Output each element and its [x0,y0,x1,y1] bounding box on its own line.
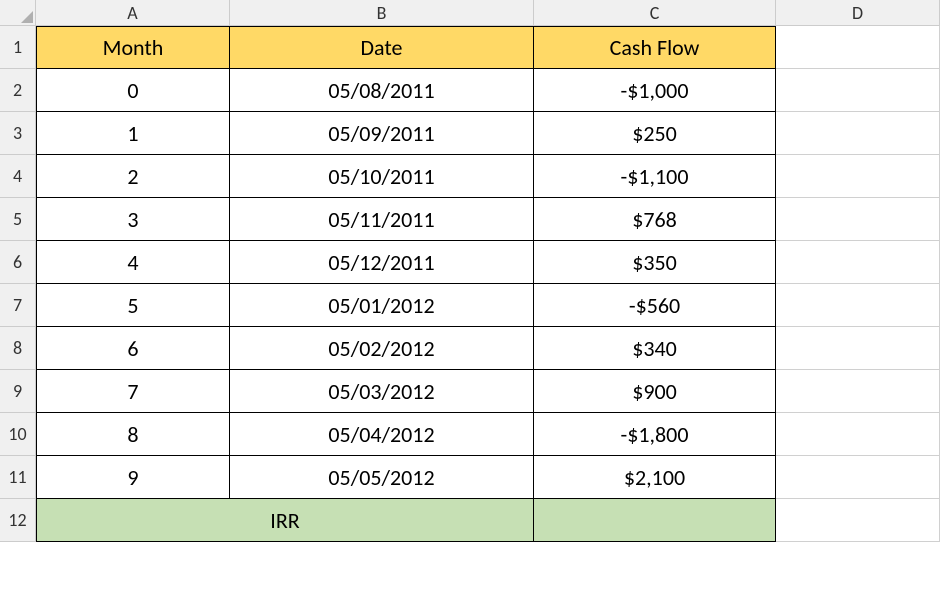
row-3: 3 1 05/09/2011 $250 [0,112,940,155]
row-header-2[interactable]: 2 [0,69,36,112]
column-header-a[interactable]: A [36,0,230,26]
row-header-5[interactable]: 5 [0,198,36,241]
cell-b5[interactable]: 05/11/2011 [230,198,534,241]
cell-a4[interactable]: 2 [36,155,230,198]
cell-b3[interactable]: 05/09/2011 [230,112,534,155]
cell-a2[interactable]: 0 [36,69,230,112]
cell-b2[interactable]: 05/08/2011 [230,69,534,112]
row-10: 10 8 05/04/2012 -$1,800 [0,413,940,456]
cell-b9[interactable]: 05/03/2012 [230,370,534,413]
cell-d12[interactable] [776,499,940,542]
column-header-c[interactable]: C [534,0,776,26]
cell-c6[interactable]: $350 [534,241,776,284]
row-8: 8 6 05/02/2012 $340 [0,327,940,370]
cell-d8[interactable] [776,327,940,370]
row-header-8[interactable]: 8 [0,327,36,370]
cell-c10[interactable]: -$1,800 [534,413,776,456]
cell-c4[interactable]: -$1,100 [534,155,776,198]
cell-c2[interactable]: -$1,000 [534,69,776,112]
row-header-10[interactable]: 10 [0,413,36,456]
cell-d10[interactable] [776,413,940,456]
cell-b8[interactable]: 05/02/2012 [230,327,534,370]
cell-a9[interactable]: 7 [36,370,230,413]
row-5: 5 3 05/11/2011 $768 [0,198,940,241]
row-header-1[interactable]: 1 [0,26,36,69]
cell-a3[interactable]: 1 [36,112,230,155]
row-header-9[interactable]: 9 [0,370,36,413]
cell-b11[interactable]: 05/05/2012 [230,456,534,499]
row-1: 1 Month Date Cash Flow [0,26,940,69]
row-12: 12 IRR [0,499,940,542]
cell-b6[interactable]: 05/12/2011 [230,241,534,284]
cell-a7[interactable]: 5 [36,284,230,327]
cell-d3[interactable] [776,112,940,155]
spreadsheet: A B C D 1 Month Date Cash Flow 2 0 05/08… [0,0,940,542]
cell-d2[interactable] [776,69,940,112]
cell-c5[interactable]: $768 [534,198,776,241]
cell-b4[interactable]: 05/10/2011 [230,155,534,198]
cell-c12[interactable] [534,499,776,542]
cell-a12-b12-merged[interactable]: IRR [36,499,534,542]
select-all-corner[interactable] [0,0,36,26]
cell-d7[interactable] [776,284,940,327]
cell-d6[interactable] [776,241,940,284]
cell-c9[interactable]: $900 [534,370,776,413]
cell-b1[interactable]: Date [230,26,534,69]
cell-a1[interactable]: Month [36,26,230,69]
cell-a11[interactable]: 9 [36,456,230,499]
cell-c11[interactable]: $2,100 [534,456,776,499]
cell-a6[interactable]: 4 [36,241,230,284]
row-6: 6 4 05/12/2011 $350 [0,241,940,284]
row-header-6[interactable]: 6 [0,241,36,284]
cell-a8[interactable]: 6 [36,327,230,370]
triangle-icon [21,11,33,23]
cell-d4[interactable] [776,155,940,198]
row-11: 11 9 05/05/2012 $2,100 [0,456,940,499]
cell-c3[interactable]: $250 [534,112,776,155]
cell-b10[interactable]: 05/04/2012 [230,413,534,456]
cell-d11[interactable] [776,456,940,499]
row-7: 7 5 05/01/2012 -$560 [0,284,940,327]
column-header-row: A B C D [0,0,940,26]
cell-d9[interactable] [776,370,940,413]
row-header-12[interactable]: 12 [0,499,36,542]
cell-c8[interactable]: $340 [534,327,776,370]
row-header-4[interactable]: 4 [0,155,36,198]
column-header-d[interactable]: D [776,0,940,26]
row-2: 2 0 05/08/2011 -$1,000 [0,69,940,112]
column-header-b[interactable]: B [230,0,534,26]
cell-b7[interactable]: 05/01/2012 [230,284,534,327]
cell-c1[interactable]: Cash Flow [534,26,776,69]
row-4: 4 2 05/10/2011 -$1,100 [0,155,940,198]
cell-c7[interactable]: -$560 [534,284,776,327]
row-9: 9 7 05/03/2012 $900 [0,370,940,413]
row-header-7[interactable]: 7 [0,284,36,327]
row-header-3[interactable]: 3 [0,112,36,155]
cell-d5[interactable] [776,198,940,241]
cell-a10[interactable]: 8 [36,413,230,456]
cell-d1[interactable] [776,26,940,69]
row-header-11[interactable]: 11 [0,456,36,499]
cell-a5[interactable]: 3 [36,198,230,241]
